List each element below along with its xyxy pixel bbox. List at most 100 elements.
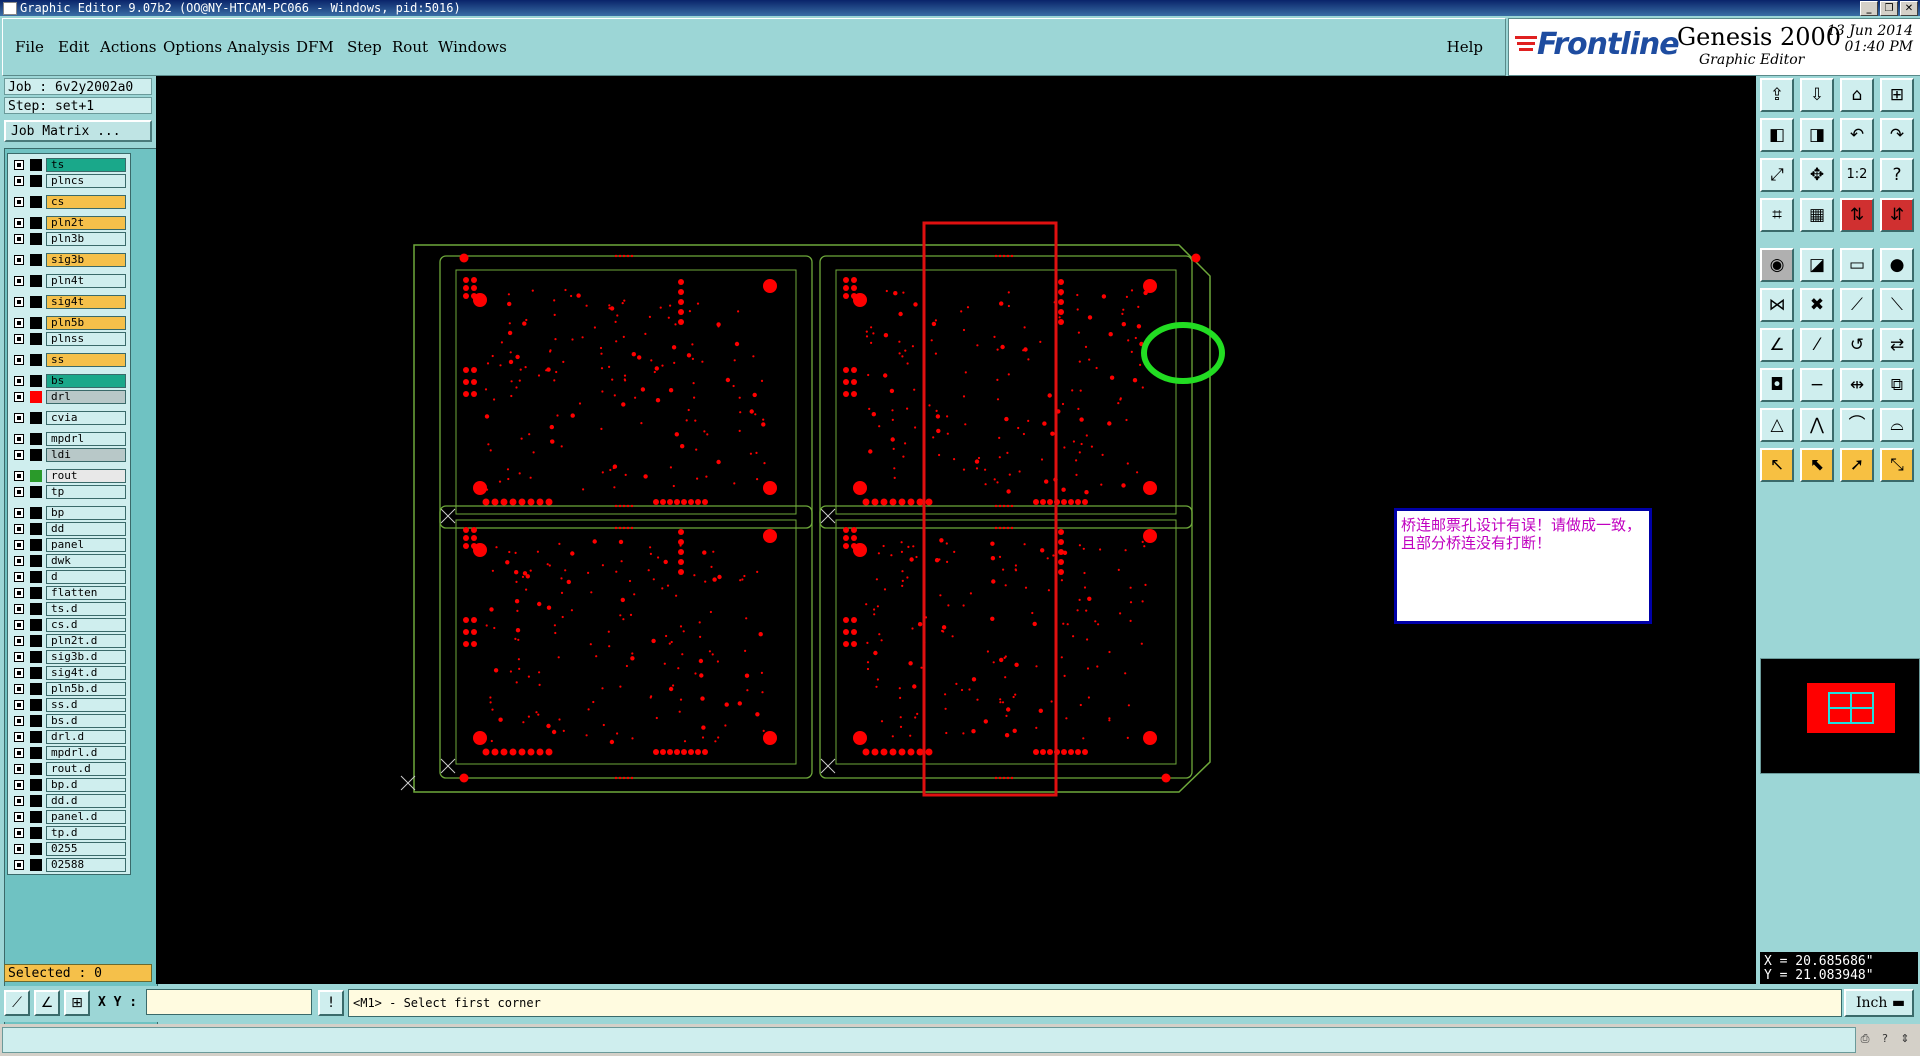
- open-job-button[interactable]: ⇪: [1760, 78, 1794, 112]
- layer-name[interactable]: panel: [46, 538, 126, 552]
- select-box-button[interactable]: ⬉: [1800, 448, 1834, 482]
- layer-row-bs-d[interactable]: bs.d: [10, 714, 128, 728]
- layer-name[interactable]: cs: [46, 195, 126, 209]
- layer-name[interactable]: drl.d: [46, 730, 126, 744]
- layer-name[interactable]: rout.d: [46, 762, 126, 776]
- layer-name[interactable]: ss.d: [46, 698, 126, 712]
- layer-checkbox[interactable]: [14, 556, 24, 566]
- minus-button[interactable]: −: [1800, 368, 1834, 402]
- layer-checkbox[interactable]: [14, 764, 24, 774]
- layer-color-swatch[interactable]: [30, 779, 42, 791]
- menu-file[interactable]: File: [15, 38, 44, 56]
- layer-checkbox[interactable]: [14, 652, 24, 662]
- layer-color-swatch[interactable]: [30, 843, 42, 855]
- layer-checkbox[interactable]: [14, 255, 24, 265]
- layer-name[interactable]: sig4t.d: [46, 666, 126, 680]
- layer-color-swatch[interactable]: [30, 354, 42, 366]
- graphic-canvas[interactable]: 桥连邮票孔设计有误！请做成一致，且部分桥连没有打断！: [156, 76, 1756, 984]
- layer-checkbox[interactable]: [14, 700, 24, 710]
- layer-name[interactable]: ss: [46, 353, 126, 367]
- layer-checkbox[interactable]: [14, 376, 24, 386]
- layer-name[interactable]: sig3b.d: [46, 650, 126, 664]
- layer-color-swatch[interactable]: [30, 196, 42, 208]
- peak-button[interactable]: ⋀: [1800, 408, 1834, 442]
- layer-color-swatch[interactable]: [30, 667, 42, 679]
- layer-color-swatch[interactable]: [30, 333, 42, 345]
- layer-color-swatch[interactable]: [30, 254, 42, 266]
- alert-button[interactable]: !: [318, 990, 344, 1016]
- layer-name[interactable]: bp: [46, 506, 126, 520]
- layer-name[interactable]: pln4t: [46, 274, 126, 288]
- group-button[interactable]: ⧉: [1880, 368, 1914, 402]
- zoom-center-button[interactable]: ✥: [1800, 158, 1834, 192]
- layer-checkbox[interactable]: [14, 434, 24, 444]
- units-select[interactable]: Inch ▬: [1844, 989, 1914, 1017]
- layer-row-02588[interactable]: 02588: [10, 858, 128, 872]
- layer-checkbox[interactable]: [14, 524, 24, 534]
- ruler-button[interactable]: ▭: [1840, 248, 1874, 282]
- menu-dfm[interactable]: DFM: [296, 38, 334, 56]
- maximize-button[interactable]: ❐: [1880, 1, 1898, 16]
- flip-button[interactable]: ⇄: [1880, 328, 1914, 362]
- layer-name[interactable]: ts: [46, 158, 126, 172]
- zoom-fit-button[interactable]: ⤢: [1760, 158, 1794, 192]
- layer-row-plnss[interactable]: plnss: [10, 332, 128, 346]
- snap-alt-button[interactable]: ⇵: [1880, 198, 1914, 232]
- layer-name[interactable]: pln5b: [46, 316, 126, 330]
- menu-step[interactable]: Step: [347, 38, 382, 56]
- layer-color-swatch[interactable]: [30, 651, 42, 663]
- layer-color-swatch[interactable]: [30, 571, 42, 583]
- layer-row-pln2t[interactable]: pln2t: [10, 216, 128, 230]
- layer-color-swatch[interactable]: [30, 217, 42, 229]
- layer-checkbox[interactable]: [14, 636, 24, 646]
- layer-checkbox[interactable]: [14, 828, 24, 838]
- xy-input[interactable]: [146, 989, 312, 1015]
- layer-color-swatch[interactable]: [30, 555, 42, 567]
- layer-name[interactable]: tp.d: [46, 826, 126, 840]
- layer-color-swatch[interactable]: [30, 587, 42, 599]
- layer-name[interactable]: ldi: [46, 448, 126, 462]
- layer-name[interactable]: 0255: [46, 842, 126, 856]
- scroll-icon[interactable]: ⇕: [1898, 1032, 1912, 1046]
- layer-color-swatch[interactable]: [30, 715, 42, 727]
- layer-row-ts-d[interactable]: ts.d: [10, 602, 128, 616]
- layer-row-d[interactable]: d: [10, 570, 128, 584]
- menu-help[interactable]: Help: [1447, 38, 1483, 56]
- layer-row-pln2t-d[interactable]: pln2t.d: [10, 634, 128, 648]
- undo-button[interactable]: ↶: [1840, 118, 1874, 152]
- menu-windows[interactable]: Windows: [438, 38, 507, 56]
- layer-name[interactable]: flatten: [46, 586, 126, 600]
- layer-row-panel[interactable]: panel: [10, 538, 128, 552]
- layer-row-drl-d[interactable]: drl.d: [10, 730, 128, 744]
- layer-name[interactable]: pln2t.d: [46, 634, 126, 648]
- layer-name[interactable]: mpdrl: [46, 432, 126, 446]
- layer-row-sig3b[interactable]: sig3b: [10, 253, 128, 267]
- menu-options[interactable]: Options: [163, 38, 222, 56]
- minimize-button[interactable]: _: [1860, 1, 1878, 16]
- layer-name[interactable]: cvia: [46, 411, 126, 425]
- layer-checkbox[interactable]: [14, 297, 24, 307]
- layer-row-ss-d[interactable]: ss.d: [10, 698, 128, 712]
- layer-color-swatch[interactable]: [30, 317, 42, 329]
- layer-color-swatch[interactable]: [30, 507, 42, 519]
- query-button[interactable]: ?: [1880, 158, 1914, 192]
- layer-name[interactable]: d: [46, 570, 126, 584]
- layer-row-cs[interactable]: cs: [10, 195, 128, 209]
- layer-color-swatch[interactable]: [30, 233, 42, 245]
- layer-row-sig4t-d[interactable]: sig4t.d: [10, 666, 128, 680]
- menu-actions[interactable]: Actions: [100, 38, 156, 56]
- layer-color-swatch[interactable]: [30, 827, 42, 839]
- resize-button[interactable]: ⇹: [1840, 368, 1874, 402]
- select-button[interactable]: ↖: [1760, 448, 1794, 482]
- pad-button[interactable]: ●: [1880, 248, 1914, 282]
- layer-row-drl[interactable]: drl: [10, 390, 128, 404]
- layer-row-panel-d[interactable]: panel.d: [10, 810, 128, 824]
- layer-color-swatch[interactable]: [30, 699, 42, 711]
- line-add-button[interactable]: ⟋: [1840, 288, 1874, 322]
- angle-mode-button[interactable]: ∠: [34, 990, 60, 1016]
- layer-checkbox[interactable]: [14, 668, 24, 678]
- layer-name[interactable]: pln2t: [46, 216, 126, 230]
- layer-color-swatch[interactable]: [30, 859, 42, 871]
- triangle-button[interactable]: △: [1760, 408, 1794, 442]
- layer-name[interactable]: pln5b.d: [46, 682, 126, 696]
